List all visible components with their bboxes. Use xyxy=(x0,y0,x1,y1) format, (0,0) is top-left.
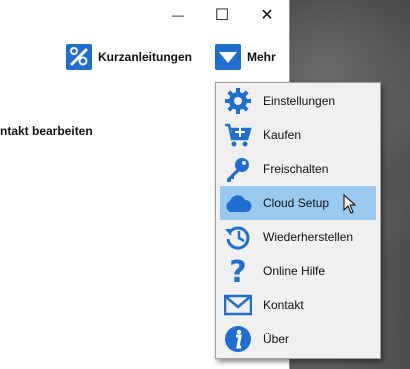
menu-item-label: Über xyxy=(263,332,290,346)
page-heading: ntakt bearbeiten xyxy=(0,124,93,138)
maximize-icon: ☐ xyxy=(214,7,230,24)
quickguide-button[interactable]: Kurzanleitungen xyxy=(66,41,192,73)
menu-item-label: Freischalten xyxy=(263,162,329,176)
menu-item-ueber[interactable]: Über xyxy=(220,322,376,356)
menu-item-label: Online Hilfe xyxy=(263,264,326,278)
svg-text:?: ? xyxy=(229,256,246,286)
tools-icon xyxy=(66,44,92,70)
history-icon xyxy=(220,220,256,254)
close-icon: ✕ xyxy=(260,7,274,24)
menu-item-label: Cloud Setup xyxy=(263,196,330,210)
menu-item-online-hilfe[interactable]: ? Online Hilfe xyxy=(220,254,376,288)
more-button[interactable]: Mehr xyxy=(215,41,276,73)
key-icon xyxy=(220,152,256,186)
more-label: Mehr xyxy=(247,50,276,64)
menu-item-einstellungen[interactable]: Einstellungen xyxy=(220,84,376,118)
cart-icon xyxy=(220,118,256,152)
quickguide-label: Kurzanleitungen xyxy=(98,50,193,64)
maximize-button[interactable]: ☐ xyxy=(211,4,233,26)
gear-icon xyxy=(220,84,256,118)
question-icon: ? xyxy=(220,254,256,288)
cloud-icon xyxy=(220,186,256,220)
menu-item-freischalten[interactable]: Freischalten xyxy=(220,152,376,186)
minimize-icon: — xyxy=(172,8,184,22)
more-dropdown-menu: Einstellungen Kaufen Freischalten Cloud … xyxy=(215,82,381,359)
minimize-button[interactable]: — xyxy=(167,4,189,26)
menu-item-label: Einstellungen xyxy=(263,94,336,108)
menu-item-kaufen[interactable]: Kaufen xyxy=(220,118,376,152)
close-button[interactable]: ✕ xyxy=(256,4,278,26)
chevron-down-icon xyxy=(215,44,241,70)
info-icon xyxy=(220,322,256,356)
menu-item-wiederherstellen[interactable]: Wiederherstellen xyxy=(220,220,376,254)
mouse-cursor-icon xyxy=(343,193,357,219)
menu-item-kontakt[interactable]: Kontakt xyxy=(220,288,376,322)
menu-item-label: Kaufen xyxy=(263,128,302,142)
mail-icon xyxy=(220,288,256,322)
menu-item-label: Wiederherstellen xyxy=(263,230,354,244)
menu-item-label: Kontakt xyxy=(263,298,304,312)
